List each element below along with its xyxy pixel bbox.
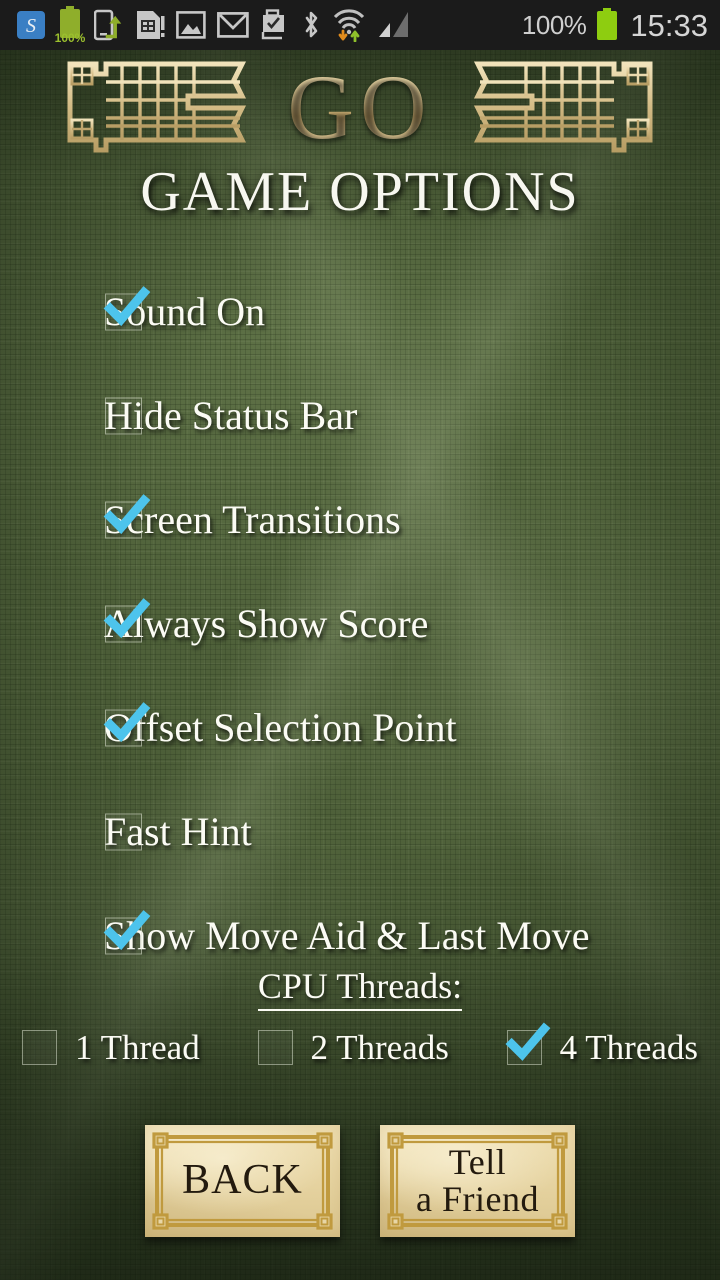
options-list: Sound On Hide Status Bar Screen Transiti…: [0, 260, 720, 988]
battery-percent-label: 100%: [54, 31, 86, 45]
phone-transfer-icon: [94, 9, 124, 41]
tell-a-friend-button-label: Tell a Friend: [416, 1141, 539, 1219]
briefcase-check-icon: [260, 9, 290, 41]
thread-option-2[interactable]: 2 Threads: [257, 1028, 449, 1067]
option-row-screen-transitions[interactable]: Screen Transitions: [0, 468, 720, 572]
back-button[interactable]: BACK: [145, 1125, 340, 1237]
thread-option-label: 2 Threads: [310, 1028, 449, 1067]
battery-level-icon: [595, 8, 619, 42]
checkbox-always-show-score[interactable]: [103, 598, 151, 643]
cpu-threads-section: CPU Threads: 1 Thread 2 Threads 4 Thread: [0, 966, 720, 1067]
thread-option-1[interactable]: 1 Thread: [22, 1030, 200, 1065]
checkbox-show-move-aid[interactable]: [103, 910, 151, 955]
android-status-bar[interactable]: S 100% 100% 15:33: [0, 0, 720, 50]
option-label: Always Show Score: [104, 601, 429, 646]
checkbox-screen-transitions[interactable]: [103, 494, 151, 539]
cpu-threads-heading: CPU Threads:: [0, 966, 720, 1011]
check-icon: [103, 286, 151, 327]
status-bar-clock: 15:33: [630, 7, 708, 43]
go-board-lattice-icon: [62, 56, 258, 158]
bluetooth-icon: [301, 9, 321, 41]
battery-percent-text: 100%: [521, 10, 587, 40]
tell-a-friend-button[interactable]: Tell a Friend: [380, 1125, 575, 1237]
checkbox-2-threads[interactable]: [257, 1030, 293, 1065]
option-row-hide-status-bar[interactable]: Hide Status Bar: [0, 364, 720, 468]
status-bar-system-area: 100% 15:33: [522, 8, 708, 42]
battery-charge-icon: 100%: [54, 6, 86, 45]
sim-card-alert-icon: [135, 9, 165, 41]
svg-text:S: S: [26, 15, 36, 37]
game-options-screen: S 100% 100% 15:33 GO GAME OPTIONS Sound …: [0, 0, 720, 1280]
thread-option-label: 4 Threads: [559, 1028, 699, 1067]
checkbox-hide-status-bar[interactable]: [105, 397, 142, 435]
checkbox-1-thread[interactable]: [22, 1030, 57, 1065]
checkbox-4-threads[interactable]: [505, 1022, 551, 1065]
wifi-data-transfer-icon: [332, 8, 366, 42]
check-icon: [103, 494, 151, 535]
option-row-always-show-score[interactable]: Always Show Score: [0, 572, 720, 676]
back-button-label: BACK: [182, 1157, 303, 1204]
option-row-sound-on[interactable]: Sound On: [0, 260, 720, 364]
gmail-mail-icon: [217, 11, 249, 39]
option-row-offset-selection-point[interactable]: Offset Selection Point: [0, 676, 720, 780]
cpu-threads-heading-text: CPU Threads:: [257, 966, 463, 1011]
gallery-image-icon: [176, 10, 206, 40]
go-board-lattice-icon: [462, 56, 658, 158]
status-bar-notification-icons: S 100%: [16, 6, 522, 45]
option-row-fast-hint[interactable]: Fast Hint: [0, 780, 720, 884]
checkbox-fast-hint[interactable]: [105, 813, 142, 851]
check-icon: [505, 1022, 551, 1061]
button-bar: BACK Tell a Friend: [0, 1125, 720, 1237]
go-logo: GO: [62, 52, 658, 162]
thread-option-4[interactable]: 4 Threads: [505, 1022, 699, 1067]
checkbox-sound-on[interactable]: [103, 286, 151, 331]
checkbox-offset-selection-point[interactable]: [103, 702, 151, 747]
cellular-signal-icon: [377, 10, 411, 40]
go-wordmark: GO: [282, 61, 439, 153]
cpu-threads-choices: 1 Thread 2 Threads 4 Threads: [0, 1022, 720, 1067]
option-label: Show Move Aid & Last Move: [104, 913, 590, 958]
check-icon: [103, 702, 151, 743]
check-icon: [103, 910, 151, 951]
skype-app-icon: S: [16, 10, 46, 40]
thread-option-label: 1 Thread: [75, 1028, 200, 1067]
page-title: GAME OPTIONS: [140, 161, 580, 223]
option-label: Offset Selection Point: [104, 705, 457, 750]
check-icon: [103, 598, 151, 639]
